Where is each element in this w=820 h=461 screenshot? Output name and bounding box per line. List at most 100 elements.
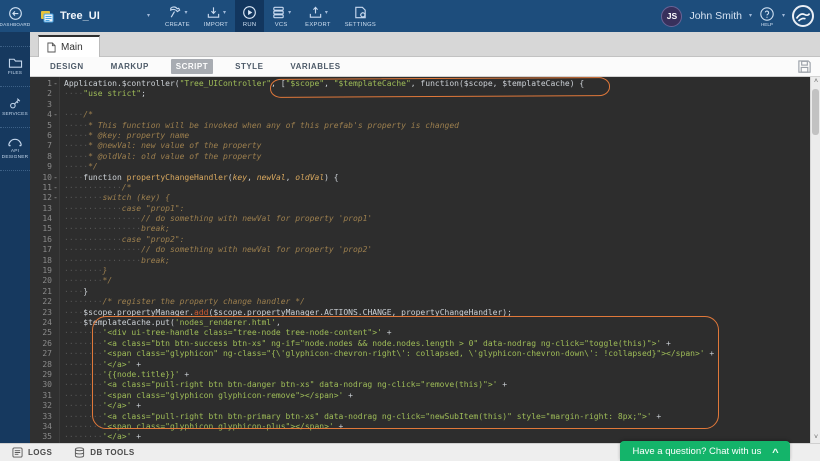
chat-widget-button[interactable]: Have a question? Chat with us ˄ bbox=[620, 441, 790, 461]
vcs-button[interactable]: ▾ VCS bbox=[264, 0, 298, 32]
gutter-line-number[interactable]: 6 bbox=[30, 131, 59, 141]
gutter-line-number[interactable]: 11- bbox=[30, 183, 59, 193]
code-line[interactable]: ············case "prop1": bbox=[64, 204, 810, 214]
code-fold-icon[interactable]: - bbox=[52, 173, 59, 183]
code-line[interactable]: ·····* @newVal: new value of the propert… bbox=[64, 141, 810, 151]
code-line[interactable]: ················// do something with new… bbox=[64, 214, 810, 224]
dashboard-button[interactable]: DASHBOARD bbox=[0, 0, 30, 32]
code-line[interactable]: ·····* @oldVal: old value of the propert… bbox=[64, 152, 810, 162]
gutter-line-number[interactable]: 31 bbox=[30, 391, 59, 401]
gutter-line-number[interactable]: 29 bbox=[30, 370, 59, 380]
tab-style[interactable]: STYLE bbox=[230, 59, 268, 74]
gutter-line-number[interactable]: 3 bbox=[30, 100, 59, 110]
gutter-line-number[interactable]: 32 bbox=[30, 401, 59, 411]
tab-script[interactable]: SCRIPT bbox=[171, 59, 213, 74]
code-line[interactable]: ····$templateCache.put('nodes_renderer.h… bbox=[64, 318, 810, 328]
gutter-line-number[interactable]: 15 bbox=[30, 224, 59, 234]
code-line[interactable]: ········'<span class="glyphicon glyphico… bbox=[64, 422, 810, 432]
project-selector[interactable]: Tree_UI ▾ bbox=[30, 0, 158, 32]
gutter-line-number[interactable]: 21 bbox=[30, 287, 59, 297]
gutter-line-number[interactable]: 12- bbox=[30, 193, 59, 203]
code-line[interactable]: ········'<div ui-tree-handle class="tree… bbox=[64, 328, 810, 338]
create-button[interactable]: ▾ CREATE bbox=[158, 0, 197, 32]
gutter-line-number[interactable]: 27 bbox=[30, 349, 59, 359]
code-line[interactable]: ········'<a class="pull-right btn btn-da… bbox=[64, 380, 810, 390]
code-line[interactable]: ········*/ bbox=[64, 276, 810, 286]
run-button[interactable]: RUN bbox=[235, 0, 264, 32]
settings-button[interactable]: SETTINGS bbox=[338, 0, 383, 32]
gutter-line-number[interactable]: 7 bbox=[30, 141, 59, 151]
sidebar-item-files[interactable]: FILES bbox=[0, 46, 30, 87]
logs-button[interactable]: LOGS bbox=[12, 447, 52, 458]
code-line[interactable]: Application.$controller("Tree_UIControll… bbox=[64, 79, 810, 89]
gutter-line-number[interactable]: 23 bbox=[30, 308, 59, 318]
gutter-line-number[interactable]: 28 bbox=[30, 360, 59, 370]
code-line[interactable]: ········'</a>' + bbox=[64, 360, 810, 370]
code-line[interactable]: ····$scope.propertyManager.add($scope.pr… bbox=[64, 308, 810, 318]
gutter-line-number[interactable]: 34 bbox=[30, 422, 59, 432]
tab-main[interactable]: Main bbox=[38, 35, 100, 57]
gutter-line-number[interactable]: 17 bbox=[30, 245, 59, 255]
code-line[interactable]: ········'<span class="glyphicon glyphico… bbox=[64, 391, 810, 401]
scrollbar-thumb[interactable] bbox=[812, 89, 819, 135]
code-line[interactable]: ········'<a class="pull-right btn btn-pr… bbox=[64, 412, 810, 422]
tab-variables[interactable]: VARIABLES bbox=[285, 59, 345, 74]
code-fold-icon[interactable]: - bbox=[52, 79, 59, 89]
gutter-line-number[interactable]: 24 bbox=[30, 318, 59, 328]
code-line[interactable]: ············/* bbox=[64, 183, 810, 193]
code-line[interactable]: ·····* This function will be invoked whe… bbox=[64, 121, 810, 131]
code-line[interactable]: ····/* bbox=[64, 110, 810, 120]
code-line[interactable]: ············case "prop2": bbox=[64, 235, 810, 245]
help-caret-icon[interactable]: ▾ bbox=[782, 13, 785, 19]
code-line[interactable]: ········'<a class="btn btn-success btn-x… bbox=[64, 339, 810, 349]
gutter-line-number[interactable]: 5 bbox=[30, 121, 59, 131]
tab-markup[interactable]: MARKUP bbox=[106, 59, 154, 74]
code-line[interactable]: ········} bbox=[64, 266, 810, 276]
code-line[interactable]: ········'</a>' + bbox=[64, 401, 810, 411]
gutter-line-number[interactable]: 14 bbox=[30, 214, 59, 224]
code-line[interactable]: ········/* register the property change … bbox=[64, 297, 810, 307]
code-line[interactable]: ····} bbox=[64, 287, 810, 297]
gutter-line-number[interactable]: 20 bbox=[30, 276, 59, 286]
code-line[interactable]: ················// do something with new… bbox=[64, 245, 810, 255]
sidebar-item-api-designer[interactable]: API DESIGNER bbox=[0, 128, 30, 171]
gutter-line-number[interactable]: 2 bbox=[30, 89, 59, 99]
code-line[interactable]: ····function propertyChangeHandler(key, … bbox=[64, 173, 810, 183]
editor-code[interactable]: Application.$controller("Tree_UIControll… bbox=[61, 77, 810, 443]
help-button[interactable]: HELP bbox=[759, 6, 775, 27]
gutter-line-number[interactable]: 35 bbox=[30, 432, 59, 442]
gutter-line-number[interactable]: 10- bbox=[30, 173, 59, 183]
gutter-line-number[interactable]: 4- bbox=[30, 110, 59, 120]
code-line[interactable]: ········'<span class="glyphicon" ng-clas… bbox=[64, 349, 810, 359]
code-editor[interactable]: 1-2 3 4-5 6 7 8 9 10-11-12-13 14 15 16 1… bbox=[30, 77, 820, 443]
gutter-line-number[interactable]: 16 bbox=[30, 235, 59, 245]
code-line[interactable]: ················break; bbox=[64, 224, 810, 234]
editor-gutter[interactable]: 1-2 3 4-5 6 7 8 9 10-11-12-13 14 15 16 1… bbox=[30, 77, 60, 443]
code-line[interactable]: ·····*/ bbox=[64, 162, 810, 172]
scroll-down-icon[interactable]: ˅ bbox=[811, 433, 820, 443]
user-menu-caret-icon[interactable]: ▾ bbox=[749, 13, 752, 19]
gutter-line-number[interactable]: 33 bbox=[30, 412, 59, 422]
sidebar-item-services[interactable]: SERVICES bbox=[0, 87, 30, 128]
gutter-line-number[interactable]: 26 bbox=[30, 339, 59, 349]
gutter-line-number[interactable]: 30 bbox=[30, 380, 59, 390]
gutter-line-number[interactable]: 13 bbox=[30, 204, 59, 214]
user-avatar[interactable]: JS bbox=[661, 6, 682, 27]
wavemaker-logo[interactable] bbox=[792, 5, 814, 27]
scroll-up-icon[interactable]: ˄ bbox=[811, 77, 820, 87]
code-line[interactable]: ········switch (key) { bbox=[64, 193, 810, 203]
import-button[interactable]: ▾ IMPORT bbox=[197, 0, 235, 32]
gutter-line-number[interactable]: 25 bbox=[30, 328, 59, 338]
code-line[interactable]: ····"use strict"; bbox=[64, 89, 810, 99]
code-line[interactable]: ········'{{node.title}}' + bbox=[64, 370, 810, 380]
code-fold-icon[interactable]: - bbox=[52, 110, 59, 120]
code-fold-icon[interactable]: - bbox=[52, 193, 59, 203]
gutter-line-number[interactable]: 22 bbox=[30, 297, 59, 307]
code-line[interactable]: ·····* @key: property name bbox=[64, 131, 810, 141]
tab-design[interactable]: DESIGN bbox=[45, 59, 89, 74]
editor-scrollbar[interactable]: ˄ ˅ bbox=[810, 77, 820, 443]
save-file-button[interactable] bbox=[797, 59, 812, 74]
export-button[interactable]: ▾ EXPORT bbox=[298, 0, 338, 32]
gutter-line-number[interactable]: 19 bbox=[30, 266, 59, 276]
code-line[interactable] bbox=[64, 100, 810, 110]
